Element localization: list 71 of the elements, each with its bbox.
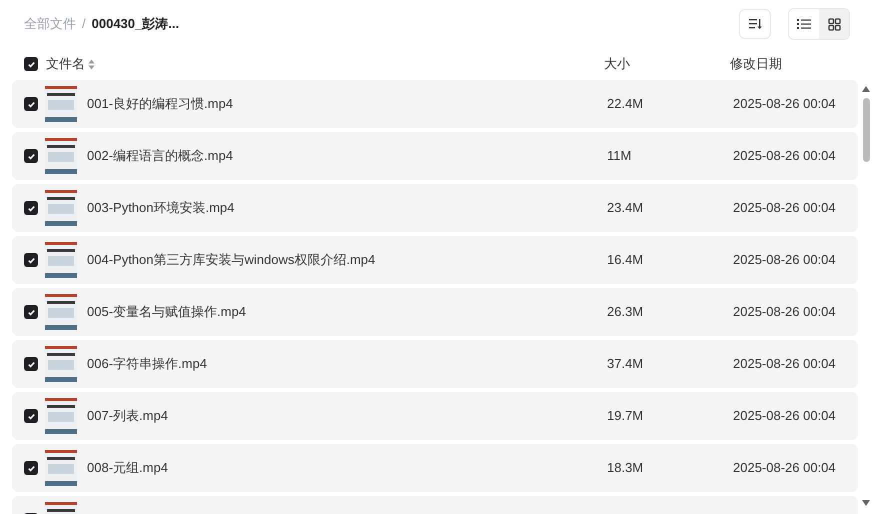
- column-header: 修改日期: [730, 55, 782, 74]
- view-mode-button[interactable]: [819, 9, 849, 39]
- check-icon: [26, 464, 36, 472]
- checkbox[interactable]: [24, 357, 38, 371]
- file-row[interactable]: 004-Python第三方库安装与windows权限介绍.mp4 16.4M 2025-08-26 00:04: [12, 236, 858, 284]
- breadcrumb-item[interactable]: 000430_彭涛...: [92, 14, 180, 34]
- file-name: 002-编程语言的概念.mp4: [87, 147, 234, 166]
- file-name: 004-Python第三方库安装与windows权限介绍.mp4: [87, 251, 376, 270]
- checkbox[interactable]: [24, 461, 38, 475]
- checkbox[interactable]: [24, 97, 38, 111]
- file-name: 006-字符串操作.mp4: [87, 355, 208, 374]
- file-size: 16.4M: [607, 251, 644, 270]
- video-thumbnail: [45, 138, 77, 174]
- file-name: 008-元组.mp4: [87, 459, 169, 478]
- modified-date: 2025-08-26 00:04: [733, 199, 836, 218]
- column-header[interactable]: 文件名: [46, 54, 85, 74]
- grid-view-icon: [828, 18, 840, 30]
- list-view-icon: [797, 18, 811, 30]
- sort-icon: [748, 18, 762, 30]
- video-thumbnail: [45, 398, 77, 434]
- file-size: 37.4M: [607, 355, 644, 374]
- modified-date: 2025-08-26 00:04: [733, 251, 836, 270]
- video-thumbnail: [45, 190, 77, 226]
- checkbox[interactable]: [24, 57, 38, 71]
- scroll-down-icon[interactable]: [862, 500, 870, 506]
- modified-date: 2025-08-26 00:04: [733, 95, 836, 114]
- file-name: 007-列表.mp4: [87, 407, 169, 426]
- file-row[interactable]: 006-字符串操作.mp4 37.4M 2025-08-26 00:04: [12, 340, 858, 388]
- checkbox[interactable]: [24, 149, 38, 163]
- column-header: 大小: [604, 55, 631, 74]
- video-thumbnail: [45, 294, 77, 330]
- modified-date: 2025-08-26 00:04: [733, 355, 836, 374]
- checkbox[interactable]: [24, 409, 38, 423]
- check-icon: [26, 100, 36, 108]
- file-name: 001-良好的编程习惯.mp4: [87, 95, 234, 114]
- video-thumbnail: [45, 86, 77, 122]
- file-size: 11M: [607, 147, 632, 166]
- file-size: 18.3M: [607, 459, 644, 478]
- file-name: 005-变量名与赋值操作.mp4: [87, 303, 247, 322]
- check-icon: [26, 360, 36, 368]
- video-thumbnail: [45, 450, 77, 486]
- video-thumbnail: [45, 346, 77, 382]
- check-icon: [26, 204, 36, 212]
- file-row[interactable]: 001-良好的编程习惯.mp4 22.4M 2025-08-26 00:04: [12, 80, 858, 128]
- file-size: 26.3M: [607, 303, 644, 322]
- checkbox[interactable]: [24, 201, 38, 215]
- file-row[interactable]: 008-元组.mp4 18.3M 2025-08-26 00:04: [12, 444, 858, 492]
- file-row[interactable]: 007-列表.mp4 19.7M 2025-08-26 00:04: [12, 392, 858, 440]
- check-icon: [26, 256, 36, 264]
- breadcrumb-separator: /: [82, 15, 86, 34]
- check-icon: [26, 60, 36, 68]
- file-size: 22.4M: [607, 95, 644, 114]
- modified-date: 2025-08-26 00:04: [733, 303, 836, 322]
- file-row[interactable]: 003-Python环境安装.mp4 23.4M 2025-08-26 00:04: [12, 184, 858, 232]
- scroll-up-icon[interactable]: [862, 86, 870, 92]
- file-row[interactable]: 002-编程语言的概念.mp4 11M 2025-08-26 00:04: [12, 132, 858, 180]
- video-thumbnail: [45, 242, 77, 278]
- check-icon: [26, 308, 36, 316]
- file-size: 23.4M: [607, 199, 644, 218]
- modified-date: 2025-08-26 00:04: [733, 407, 836, 426]
- file-row[interactable]: 005-变量名与赋值操作.mp4 26.3M 2025-08-26 00:04: [12, 288, 858, 336]
- modified-date: 2025-08-26 00:04: [733, 147, 836, 166]
- modified-date: 2025-08-26 00:04: [733, 459, 836, 478]
- sort-arrows-icon: [88, 58, 95, 70]
- check-icon: [26, 152, 36, 160]
- file-size: 19.7M: [607, 407, 644, 426]
- file-name: 003-Python环境安装.mp4: [87, 199, 236, 218]
- check-icon: [26, 412, 36, 420]
- sort-button[interactable]: [739, 9, 771, 39]
- checkbox[interactable]: [24, 253, 38, 267]
- checkbox[interactable]: [24, 305, 38, 319]
